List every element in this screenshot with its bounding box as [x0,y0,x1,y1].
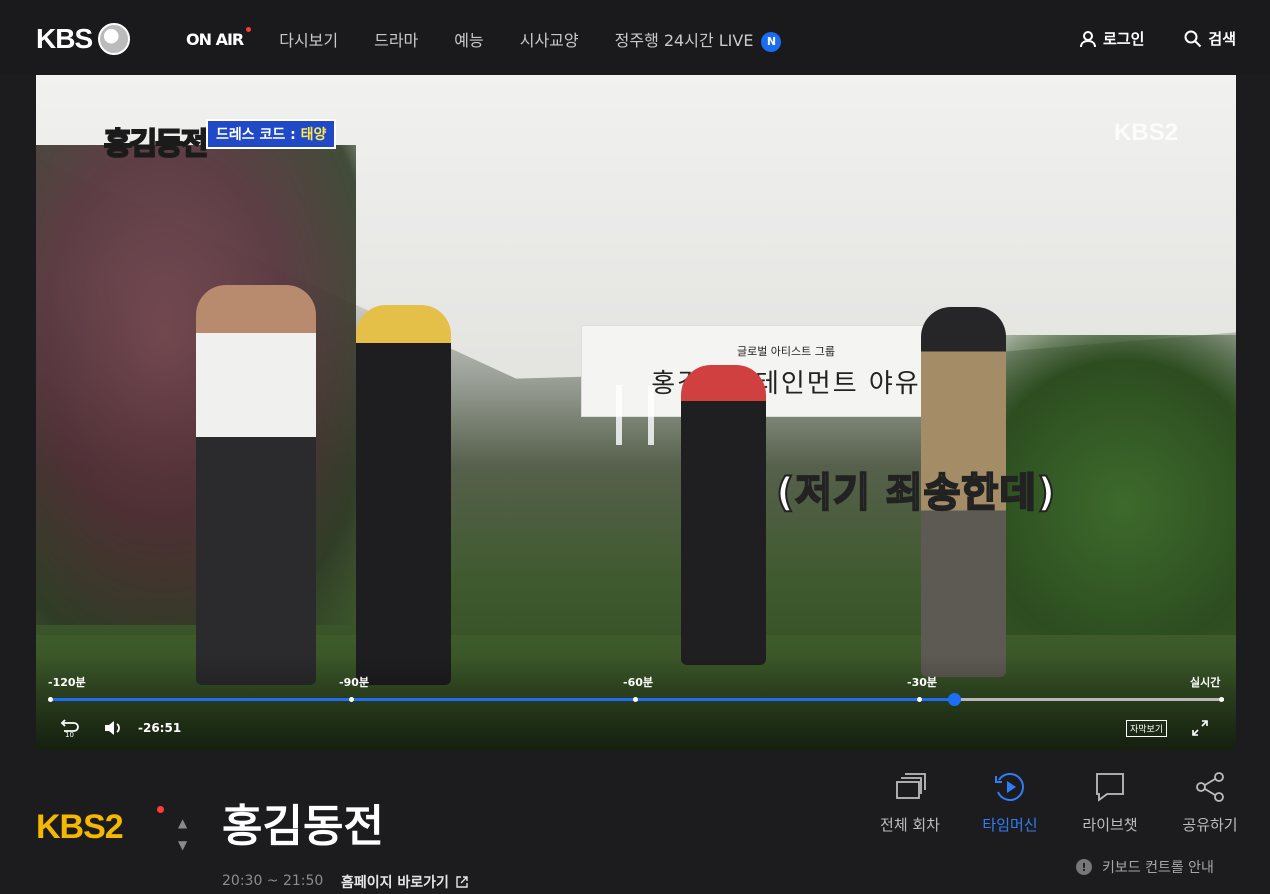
nav-item-label: 정주행 24시간 LIVE [614,31,754,50]
pause-indicator-icon [616,385,654,445]
nav-item-label: ON AIR [186,29,244,49]
timeline-marker [1219,697,1224,702]
channel-logo: KBS2 [36,808,124,846]
search-button[interactable]: 검색 [1184,28,1236,49]
login-label: 로그인 [1102,30,1145,48]
fullscreen-icon [1192,720,1208,736]
homepage-link-label: 홈페이지 바로가기 [341,875,449,891]
keyboard-guide-button[interactable]: ! 키보드 컨트롤 안내 [1076,857,1214,877]
channel-up-icon[interactable]: ▲ [178,816,187,830]
kbs-logo[interactable]: KBS [36,22,131,56]
search-label: 검색 [1208,30,1236,48]
timeline-label: -30분 [907,676,937,689]
chat-icon [1096,773,1124,802]
volume-button[interactable] [102,717,124,739]
main-nav: ON AIR 다시보기 드라마 예능 시사교양 정주행 24시간 LIVE N [186,26,817,52]
volume-icon [105,721,120,735]
top-header: KBS ON AIR 다시보기 드라마 예능 시사교양 정주행 24시간 LIV… [0,0,1270,75]
info-icon: ! [1076,859,1092,875]
new-badge: N [761,31,782,52]
caption-toggle-button[interactable]: 자막보기 [1126,720,1168,737]
program-title: 홍김동전 [222,801,384,852]
user-icon [1079,30,1096,47]
timeline-label: -120분 [48,676,86,689]
dress-code-value: 태양 [300,127,327,143]
dress-code-prefix: 드레스 코드 : [216,127,301,143]
timeline-track[interactable] [48,693,1224,706]
channel-down-icon[interactable]: ▼ [178,838,187,852]
fullscreen-button[interactable] [1191,719,1209,737]
player-controls: 10 -26:51 [58,717,181,739]
action-label: 공유하기 [1182,816,1238,834]
channel-watermark: KBS2 [1113,119,1178,146]
program-time: 20:30 ~ 21:50 [222,873,324,889]
banner-small-text: 글로벌 아티스트 그룹 [736,344,836,358]
action-label: 전체 회차 [880,816,940,834]
episodes-icon [896,773,926,799]
all-episodes-button[interactable]: 전체 회차 [860,770,960,835]
show-logo: 홍김동전 [103,126,209,163]
homepage-link[interactable]: 홈페이지 바로가기 [341,872,469,892]
timemachine-icon [995,773,1024,801]
timeline-scrubber[interactable] [947,693,961,706]
timeline-marker [48,697,53,702]
controls-shade [36,655,1236,750]
nav-item-drama[interactable]: 드라마 [374,27,418,51]
action-label: 타임머신 [982,816,1038,834]
timeline-marker [917,697,922,702]
dress-code-caption: 드레스 코드 : 태양 [206,119,337,149]
kbs-globe-icon [98,23,131,55]
video-subtitle: (저기 죄송한데) [775,469,1057,517]
nav-item-replay[interactable]: 다시보기 [279,27,338,51]
video-frame-person [356,305,451,685]
nav-item-onair[interactable]: ON AIR [186,26,252,49]
timemachine-button[interactable]: 타임머신 [960,770,1060,835]
rewind-10-button[interactable]: 10 [58,717,80,739]
external-link-icon [456,876,468,888]
timeline-progress [48,698,954,701]
channel-switcher: ▲ ▼ [178,816,187,852]
video-frame-person [681,365,766,665]
search-icon [1184,30,1202,47]
timeline-label: -90분 [339,676,369,689]
video-player[interactable]: 글로벌 아티스트 그룹 홍김엔터테인먼트 야유 홍김동전 드레스 코드 : 태양… [36,75,1236,750]
channel-dot-icon [157,806,164,813]
video-frame-person [196,285,316,685]
nav-item-24h-live[interactable]: 정주행 24시간 LIVE N [615,27,782,52]
rewind-10-icon: 10 [60,719,79,739]
kbs-logo-text: KBS [36,23,93,54]
timeline-label: -60분 [623,676,653,689]
nav-item-entertainment[interactable]: 예능 [454,27,483,51]
svg-text:10: 10 [65,731,74,739]
share-icon [1196,772,1224,802]
livechat-button[interactable]: 라이브챗 [1060,770,1160,835]
share-button[interactable]: 공유하기 [1160,770,1260,835]
login-button[interactable]: 로그인 [1079,28,1144,49]
live-dot-icon [246,26,252,32]
keyboard-guide-label: 키보드 컨트롤 안내 [1102,860,1214,876]
header-actions: 로그인 검색 [1079,28,1236,49]
timeline-marker [349,697,354,702]
nav-item-documentary[interactable]: 시사교양 [520,27,579,51]
timeline-label: 실시간 [1190,676,1221,689]
time-offset: -26:51 [138,721,182,735]
timeline-marker [633,697,638,702]
program-actions: 전체 회차 타임머신 라이브챗 공유하기 [860,770,1260,835]
action-label: 라이브챗 [1082,816,1138,834]
